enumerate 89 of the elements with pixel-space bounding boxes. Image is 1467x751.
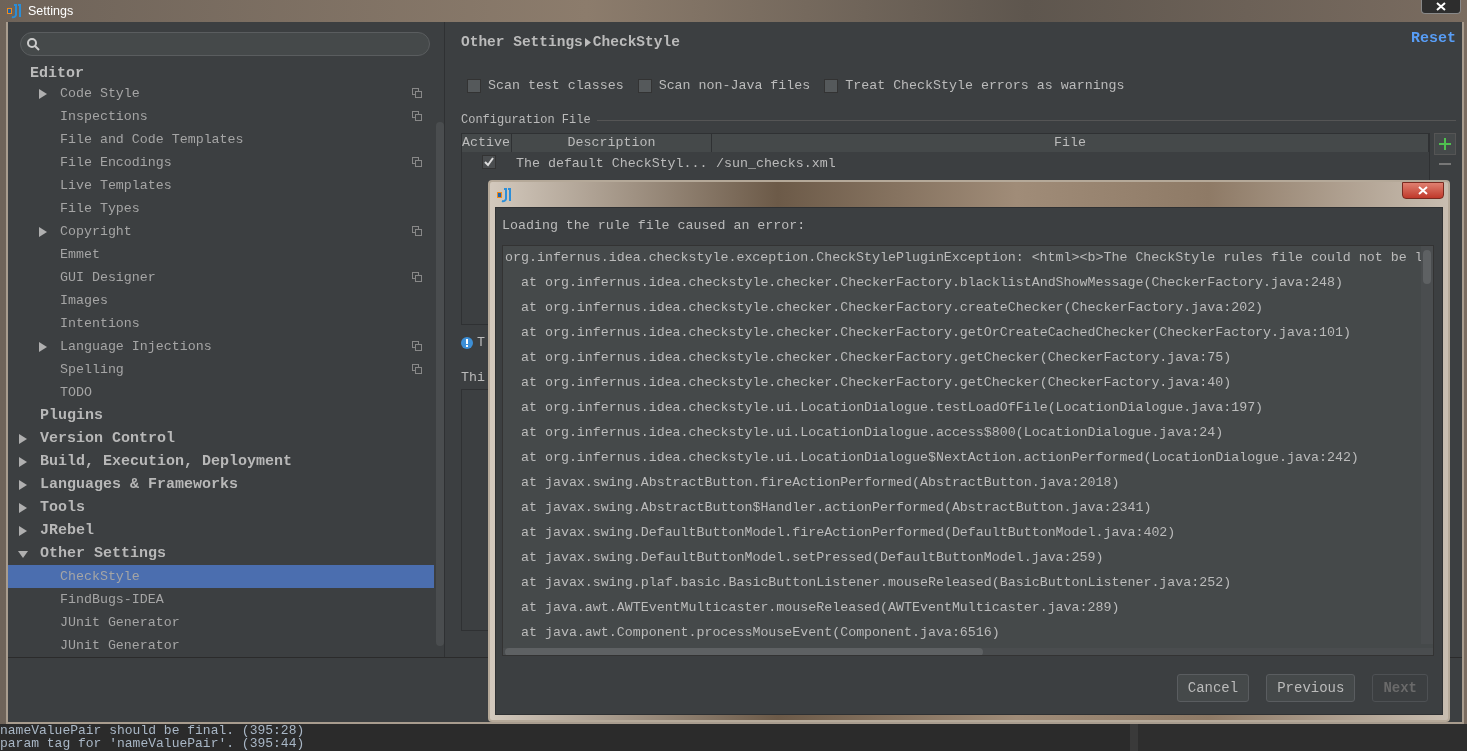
caret-icon[interactable] — [18, 548, 28, 559]
table-cell-text: The default CheckStyl... — [515, 155, 709, 171]
tree-item[interactable]: Build, Execution, Deployment — [40, 453, 293, 470]
close-button[interactable] — [1402, 182, 1444, 199]
close-icon — [1418, 186, 1428, 195]
stack-trace-line: at org.infernus.idea.checkstyle.checker.CheckerFactory.getChecker(CheckerFactory.java:75) — [521, 350, 1232, 365]
stack-trace-line: at javax.swing.plaf.basic.BasicButtonListener.mouseReleased(BasicButtonListener.java:252) — [521, 575, 1232, 590]
column-header[interactable]: Active — [462, 134, 512, 152]
table-cell-text: /sun_checks.xml — [715, 155, 837, 171]
caret-icon[interactable] — [18, 433, 28, 444]
tree-section: Editor — [30, 64, 84, 82]
scrollbar-thumb[interactable] — [436, 122, 444, 646]
tree-item[interactable]: Emmet — [60, 247, 100, 262]
tree-item[interactable]: Version Control — [40, 430, 176, 447]
checkbox[interactable] — [467, 78, 481, 93]
stack-trace-line: at org.infernus.idea.checkstyle.ui.LocationDialogue$NextAction.actionPerformed(LocationDialogue.java:242) — [521, 450, 1359, 465]
dialog-logo-icon — [496, 186, 512, 203]
caret-icon[interactable] — [38, 88, 48, 99]
column-header[interactable]: Description — [512, 134, 712, 152]
caret-icon[interactable] — [18, 456, 28, 467]
stack-trace-line: at org.infernus.idea.checkstyle.checker.CheckerFactory.getChecker(CheckerFactory.java:40) — [521, 375, 1232, 390]
editor-line: param tag for 'nameValuePair'. (395:44) — [0, 736, 305, 751]
dialog-button[interactable]: Cancel — [1176, 674, 1250, 702]
stack-trace-line: at javax.swing.AbstractButton$Handler.actionPerformed(AbstractButton.java:2341) — [521, 500, 1152, 515]
info-icon — [461, 336, 473, 349]
breadcrumb-item: Other Settings — [461, 34, 583, 50]
editor-line: nameValuePair should be final. (395:28) — [0, 724, 305, 738]
tree-item[interactable]: JUnit Generator — [60, 615, 180, 630]
scrollbar-thumb[interactable] — [505, 648, 983, 655]
stack-trace-line: at org.infernus.idea.checkstyle.ui.LocationDialogue.access$800(LocationDialogue.java:24) — [521, 425, 1224, 440]
column-header[interactable]: File — [712, 134, 1429, 152]
tree-item[interactable]: Other Settings — [40, 545, 167, 562]
app-logo-icon — [6, 3, 22, 19]
add-button[interactable] — [1434, 133, 1456, 155]
checkbox[interactable] — [482, 155, 496, 169]
stack-trace-line: at javax.swing.AbstractButton.fireActionPerformed(AbstractButton.java:2018) — [521, 475, 1120, 490]
caret-icon[interactable] — [18, 525, 28, 536]
stack-trace-line: at org.infernus.idea.checkstyle.checker.CheckerFactory.createChecker(CheckerFactory.java:202) — [521, 300, 1264, 315]
tree-item[interactable]: GUI Designer — [60, 270, 156, 285]
caret-icon[interactable] — [38, 226, 48, 237]
section-label: Thi — [461, 370, 485, 385]
group-title: Configuration File — [461, 113, 591, 127]
stack-trace-line: at javax.swing.DefaultButtonModel.fireActionPerformed(DefaultButtonModel.java:402) — [521, 525, 1176, 540]
caret-icon[interactable] — [18, 502, 28, 513]
close-icon — [1436, 2, 1446, 11]
reset-link[interactable]: Reset — [1411, 29, 1456, 47]
stack-trace-line: at org.infernus.idea.checkstyle.ui.LocationDialogue.testLoadOfFile(LocationDialogue.java:197) — [521, 400, 1264, 415]
tree-item[interactable]: Copyright — [60, 224, 132, 239]
tree-item[interactable]: Live Templates — [60, 178, 172, 193]
tree-item[interactable]: Plugins — [40, 407, 103, 424]
stack-trace-line: at org.infernus.idea.checkstyle.checker.CheckerFactory.getOrCreateCachedChecker(CheckerFactory.java:101) — [521, 325, 1351, 340]
chevron-icon — [584, 37, 591, 47]
checkbox[interactable] — [824, 78, 839, 93]
plus-icon — [1439, 138, 1451, 150]
tree-item[interactable]: File and Code Templates — [60, 132, 244, 147]
checkbox-label: Scan non-Java files — [658, 78, 811, 93]
search-field[interactable] — [20, 32, 430, 56]
tree-item[interactable]: Images — [60, 293, 108, 308]
tree-item[interactable]: JRebel — [40, 522, 94, 539]
exception-line: org.infernus.idea.checkstyle.exception.CheckStylePluginException: <html><b>The CheckStyle rules file could not be l — [505, 250, 1423, 265]
dialog-button[interactable]: Previous — [1266, 674, 1356, 702]
stack-trace-line: at javax.swing.DefaultButtonModel.setPressed(DefaultButtonModel.java:259) — [521, 550, 1104, 565]
info-text: T — [477, 335, 485, 350]
stack-trace-line: at java.awt.AWTEventMulticaster.mouseReleased(AWTEventMulticaster.java:289) — [521, 600, 1120, 615]
stack-trace-line: at java.awt.Component.processMouseEvent(Component.java:6516) — [521, 625, 1000, 640]
error-message: Loading the rule file caused an error: — [502, 218, 806, 233]
tree-item[interactable]: File Types — [60, 201, 140, 216]
tree-item[interactable]: Code Style — [60, 86, 140, 101]
caret-icon[interactable] — [18, 479, 28, 490]
minus-icon — [1439, 163, 1451, 165]
caret-icon[interactable] — [38, 341, 48, 352]
window-title: Settings — [28, 4, 74, 18]
tree-item[interactable]: File Encodings — [60, 155, 172, 170]
tree-item[interactable]: Inspections — [60, 109, 148, 124]
tree-item[interactable]: TODO — [60, 385, 92, 400]
close-button[interactable] — [1421, 0, 1461, 14]
checkbox-label: Treat CheckStyle errors as warnings — [845, 78, 1125, 93]
tree-item[interactable]: Intentions — [60, 316, 140, 331]
breadcrumb-item: CheckStyle — [592, 34, 680, 50]
checkbox[interactable] — [637, 78, 652, 93]
tree-item[interactable]: Tools — [40, 499, 85, 516]
tree-item[interactable]: FindBugs-IDEA — [60, 592, 164, 607]
stack-trace-line: at org.infernus.idea.checkstyle.checker.CheckerFactory.blacklistAndShowMessage(CheckerFactory.java:248) — [521, 275, 1343, 290]
checkbox-label: Scan test classes — [488, 78, 624, 93]
tree-item[interactable]: Language Injections — [60, 339, 212, 354]
tree-item[interactable]: Spelling — [60, 362, 124, 377]
search-icon — [27, 37, 40, 51]
tree-item[interactable]: Languages & Frameworks — [40, 476, 239, 493]
tree-item[interactable]: JUnit Generator — [60, 638, 180, 653]
